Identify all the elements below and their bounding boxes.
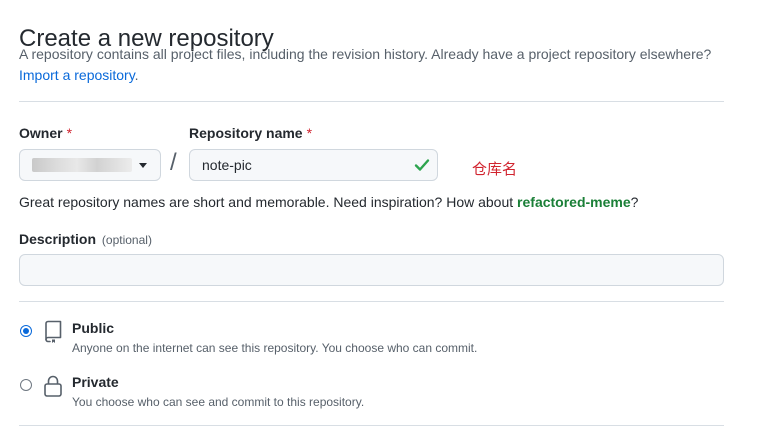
check-icon <box>414 159 430 171</box>
repository-name-input[interactable] <box>189 149 438 181</box>
repository-name-label: Repository name * <box>189 125 312 141</box>
divider <box>19 101 724 102</box>
visibility-private-radio[interactable] <box>20 379 32 391</box>
visibility-public-label[interactable]: Public <box>72 320 114 336</box>
divider <box>19 301 724 302</box>
owner-select[interactable] <box>19 149 161 181</box>
hint-text: Great repository names are short and mem… <box>19 194 518 210</box>
repository-name-label-text: Repository name <box>189 125 303 141</box>
optional-label: (optional) <box>101 233 152 247</box>
page-subtitle: A repository contains all project files,… <box>19 44 739 86</box>
repository-name-annotation: 仓库名 <box>472 161 518 178</box>
repository-name-hint: Great repository names are short and mem… <box>19 194 638 210</box>
name-suggestion[interactable]: refactored-meme <box>517 194 631 210</box>
import-repository-link[interactable]: Import a repository <box>19 67 135 83</box>
subtitle-text: A repository contains all project files,… <box>19 46 712 62</box>
description-label: Description (optional) <box>19 231 152 247</box>
owner-repo-separator: / <box>170 149 177 176</box>
hint-suffix: ? <box>630 194 639 210</box>
owner-label-text: Owner <box>19 125 63 141</box>
visibility-private-label[interactable]: Private <box>72 374 119 390</box>
chevron-down-icon <box>139 163 147 168</box>
visibility-public-radio[interactable] <box>20 325 32 337</box>
owner-avatar-blurred <box>32 158 132 172</box>
divider <box>19 425 724 426</box>
visibility-private-description: You choose who can see and commit to thi… <box>72 395 365 409</box>
required-mark: * <box>306 125 313 141</box>
required-mark: * <box>66 125 73 141</box>
visibility-public-description: Anyone on the internet can see this repo… <box>72 341 478 355</box>
lock-icon <box>44 375 62 397</box>
subtitle-period: . <box>134 67 139 83</box>
owner-label: Owner * <box>19 125 72 141</box>
description-label-text: Description <box>19 231 97 247</box>
description-input[interactable] <box>19 254 724 286</box>
repo-icon <box>45 320 62 343</box>
